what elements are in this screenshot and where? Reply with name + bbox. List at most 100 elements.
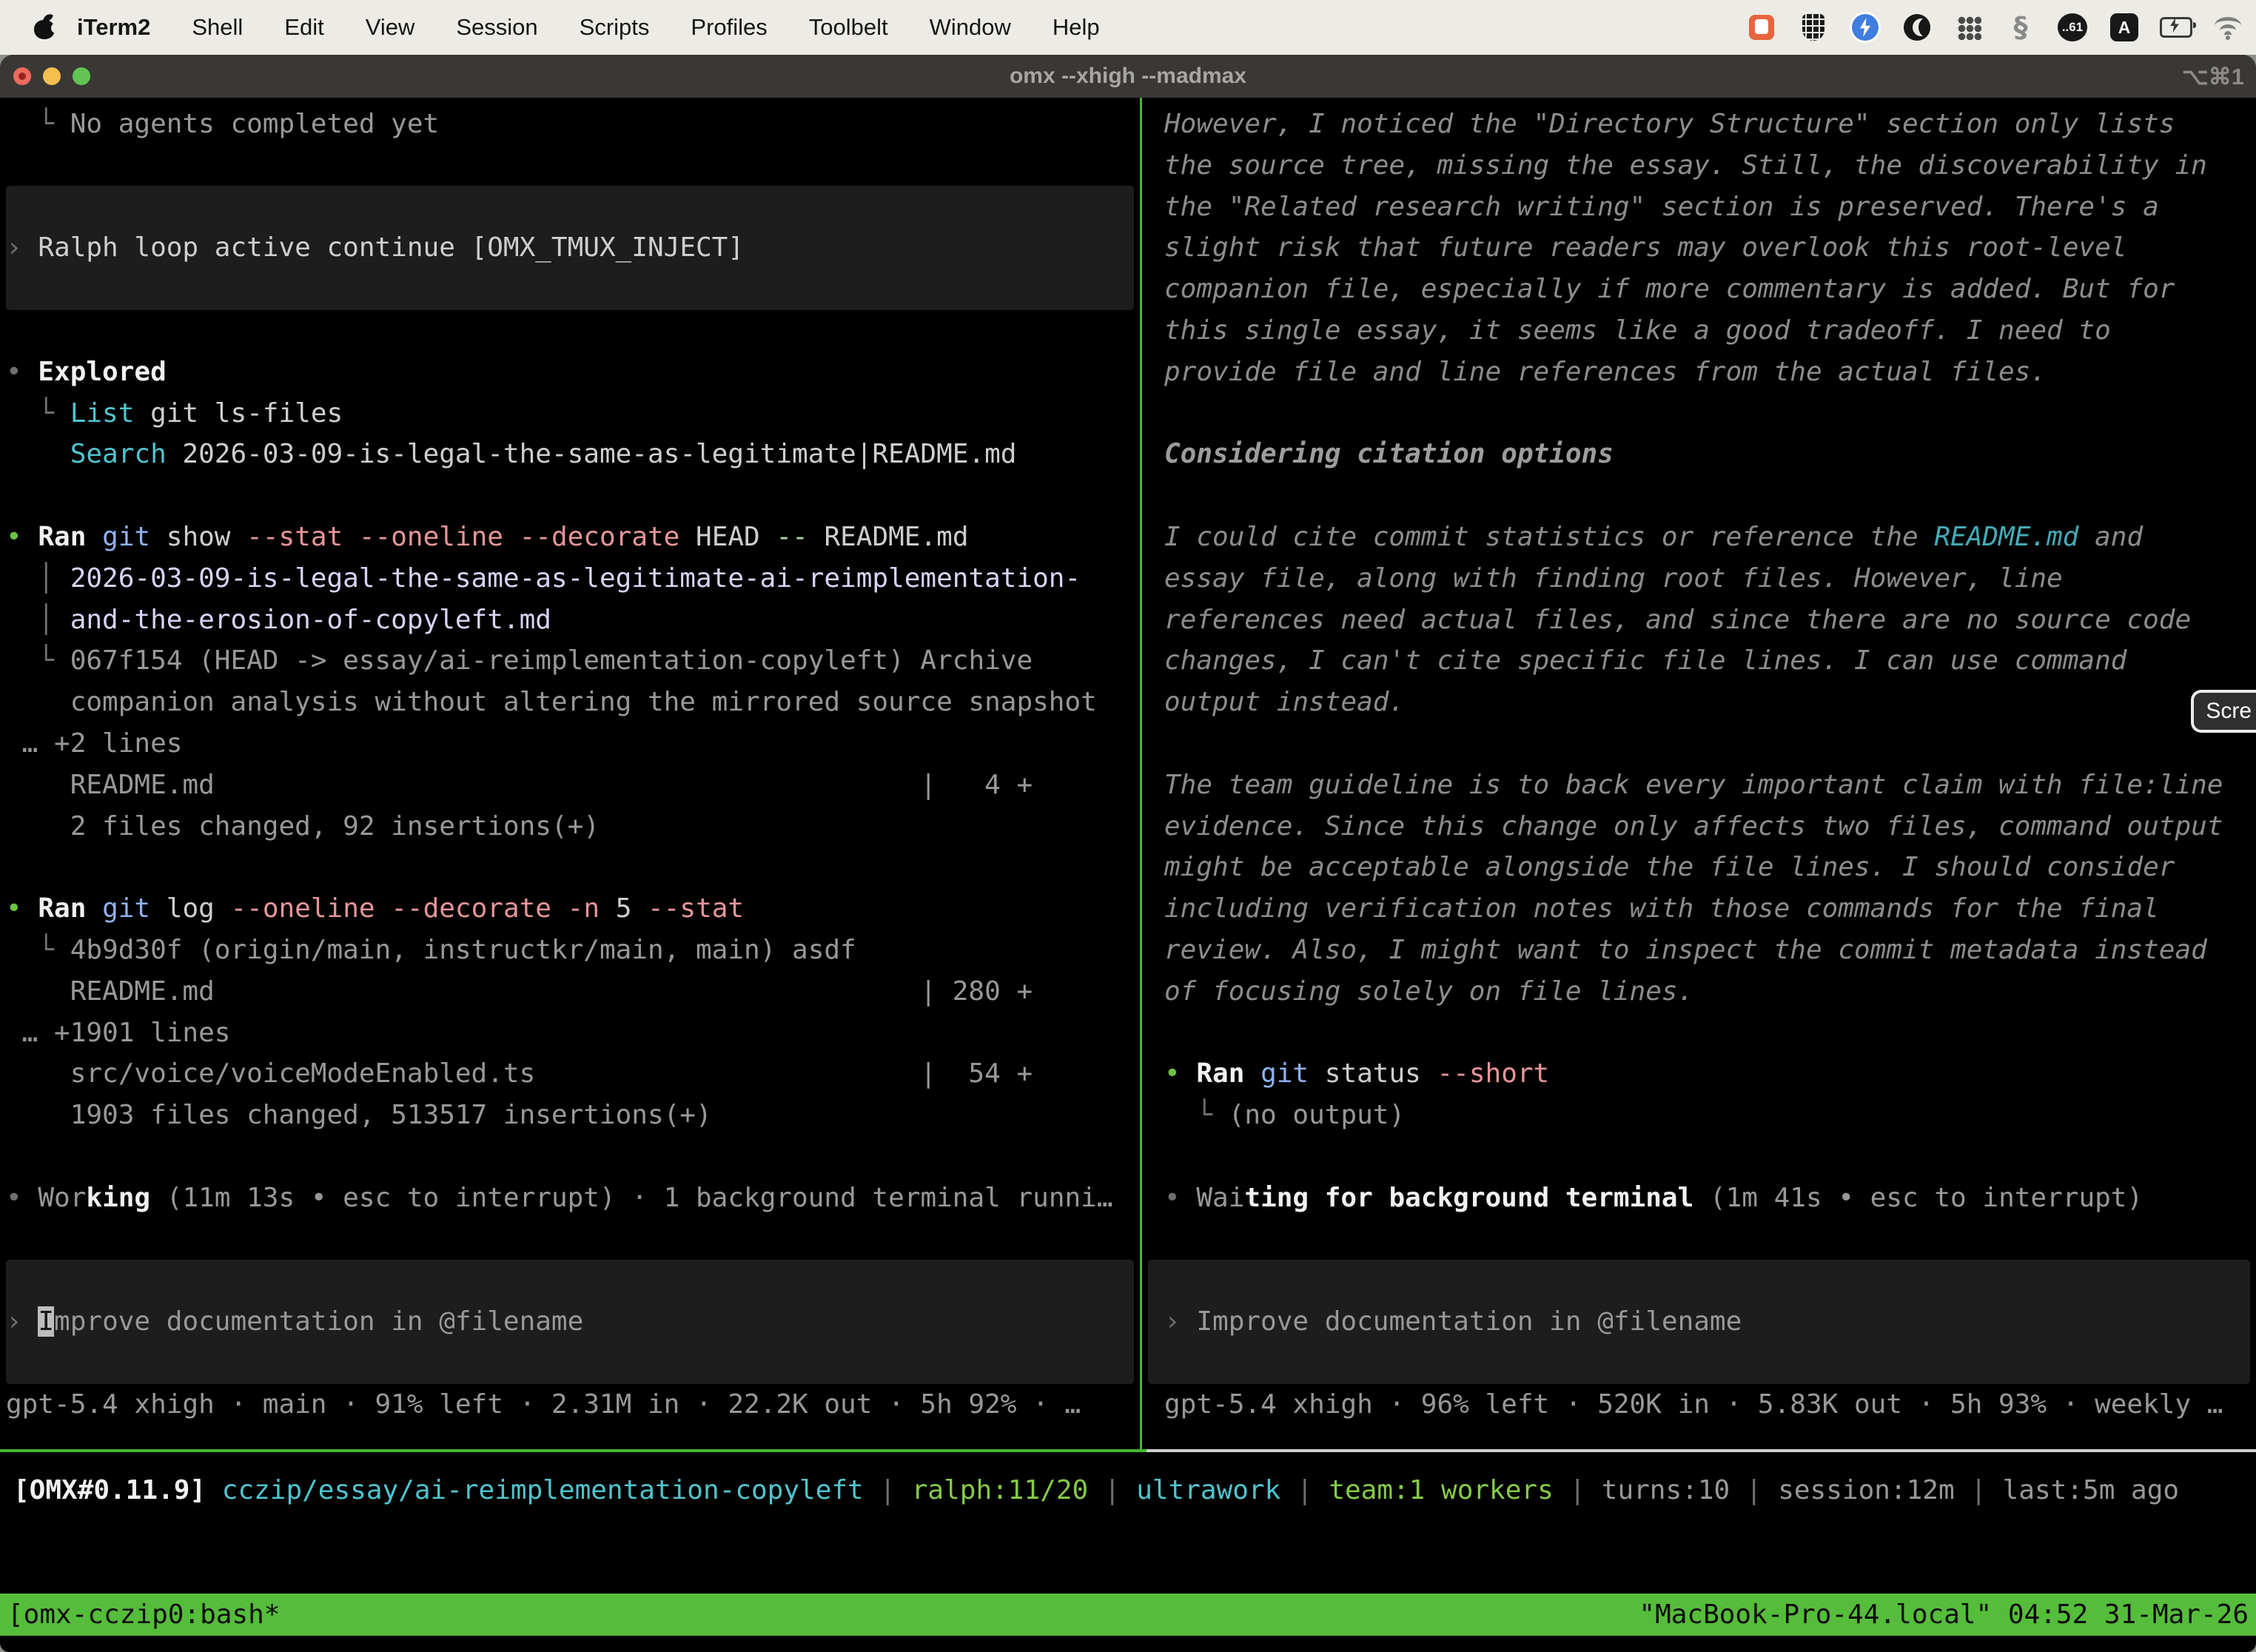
squiggle-icon[interactable]: § [2004, 11, 2037, 44]
terminal-line [6, 1219, 1137, 1260]
terminal-line: essay file, along with finding root file… [1164, 558, 2256, 600]
zap-icon[interactable] [1849, 11, 1881, 44]
terminal-line [1164, 723, 2256, 765]
menu-item-iterm2[interactable]: iTerm2 [56, 14, 171, 41]
terminal-line [1164, 475, 2256, 517]
window-title: omx --xhigh --madmax [1010, 64, 1246, 89]
terminal-line [6, 1343, 1137, 1384]
terminal-line: README.md | 280 + [6, 971, 1137, 1013]
shield-icon[interactable] [1797, 11, 1830, 44]
terminal-line [1164, 1219, 2256, 1260]
terminal-line [6, 847, 1137, 888]
menu-item-shell[interactable]: Shell [171, 14, 263, 41]
terminal-line: I could cite commit statistics or refere… [1164, 517, 2256, 558]
terminal-line: of focusing solely on file lines. [1164, 971, 2256, 1013]
menu-bar: iTerm2ShellEditViewSessionScriptsProfile… [0, 0, 2256, 55]
terminal-line: might be acceptable alongside the file l… [1164, 847, 2256, 888]
terminal-line [6, 269, 1137, 310]
close-button[interactable] [13, 67, 31, 85]
terminal-line: README.md | 4 + [6, 765, 1137, 806]
menu-item-profiles[interactable]: Profiles [670, 14, 788, 41]
terminal-line [6, 310, 1137, 352]
terminal-line: • Ran git show --stat --oneline --decora… [6, 517, 1137, 558]
terminal-line: provide file and line references from th… [1164, 352, 2256, 393]
iterm-window: omx --xhigh --madmax ⌥⌘1 └ No agents com… [0, 55, 2256, 1652]
terminal-line [1164, 1343, 2256, 1384]
terminal-line: slight risk that future readers may over… [1164, 227, 2256, 269]
keyboard-a-icon[interactable]: A [2108, 11, 2141, 44]
terminal-line: │ 2026-03-09-is-legal-the-same-as-legiti… [6, 558, 1137, 600]
tmux-session-name: [omx-cczip0:bash* [7, 1599, 280, 1630]
terminal-line [1164, 1013, 2256, 1054]
terminal-line [1164, 1136, 2256, 1178]
moon-circle-icon[interactable] [1901, 11, 1933, 44]
right-pane: However, I noticed the "Directory Struct… [1142, 104, 2256, 1426]
left-pane: └ No agents completed yet › Ralph loop ac… [6, 104, 1137, 1426]
menu-item-edit[interactable]: Edit [263, 14, 344, 41]
screenshot-overlay[interactable]: Scre [2191, 690, 2256, 733]
wifi-icon[interactable] [2212, 11, 2244, 44]
app-menus: iTerm2ShellEditViewSessionScriptsProfile… [56, 14, 1121, 41]
menu-item-help[interactable]: Help [1032, 14, 1121, 41]
minimize-button[interactable] [43, 67, 61, 85]
terminal-line: └ No agents completed yet [6, 104, 1137, 145]
terminal-line: evidence. Since this change only affects… [1164, 806, 2256, 847]
terminal-line: └ (no output) [1164, 1095, 2256, 1136]
terminal-line: the source tree, missing the essay. Stil… [1164, 145, 2256, 187]
terminal-line: • Explored [6, 352, 1137, 393]
terminal-line: However, I noticed the "Directory Struct… [1164, 104, 2256, 145]
terminal-line [6, 475, 1137, 517]
dots-grid-icon[interactable] [1953, 11, 1985, 44]
menu-item-session[interactable]: Session [435, 14, 558, 41]
traffic-lights [13, 67, 90, 85]
terminal-line: • Waiting for background terminal (1m 41… [1164, 1178, 2256, 1219]
terminal-line: output instead. [1164, 682, 2256, 723]
terminal-line: Considering citation options [1164, 434, 2256, 475]
terminal-line: … +2 lines [6, 723, 1137, 765]
menu-item-view[interactable]: View [345, 14, 436, 41]
terminal-line: › Improve documentation in @filename [1164, 1301, 2256, 1343]
omx-status-line: [OMX#0.11.9] cczip/essay/ai-reimplementa… [13, 1470, 2179, 1511]
terminal-line: Search 2026-03-09-is-legal-the-same-as-l… [6, 434, 1137, 475]
menu-bar-status-icons: § ..61 A [1745, 11, 2244, 44]
terminal-line: • Working (11m 13s • esc to interrupt) ·… [6, 1178, 1137, 1219]
terminal-line: review. Also, I might want to inspect th… [1164, 930, 2256, 971]
terminal-line: gpt-5.4 xhigh · main · 91% left · 2.31M … [6, 1384, 1137, 1426]
terminal-line: └ 067f154 (HEAD -> essay/ai-reimplementa… [6, 640, 1137, 682]
terminal-line: The team guideline is to back every impo… [1164, 765, 2256, 806]
terminal-line: 1903 files changed, 513517 insertions(+) [6, 1095, 1137, 1136]
terminal-line: › Improve documentation in @filename [6, 1301, 1137, 1343]
terminal-line: this single essay, it seems like a good … [1164, 310, 2256, 352]
zoom-button[interactable] [73, 67, 90, 85]
terminal-line: 2 files changed, 92 insertions(+) [6, 806, 1137, 847]
terminal-line: src/voice/voiceModeEnabled.ts | 54 + [6, 1053, 1137, 1095]
menu-item-window[interactable]: Window [909, 14, 1032, 41]
menu-item-toolbelt[interactable]: Toolbelt [788, 14, 909, 41]
pane-divider[interactable] [1140, 98, 1142, 1449]
menu-item-scripts[interactable]: Scripts [559, 14, 671, 41]
terminal-line: gpt-5.4 xhigh · 96% left · 520K in · 5.8… [1164, 1384, 2256, 1426]
terminal-line [6, 145, 1137, 187]
tmux-host-clock: "MacBook-Pro-44.local" 04:52 31-Mar-26 [1639, 1599, 2249, 1630]
terminal-line: │ and-the-erosion-of-copyleft.md [6, 600, 1137, 641]
pane-bottom-border [1147, 1449, 2256, 1452]
terminal-line: references need actual files, and since … [1164, 600, 2256, 641]
terminal-line: including verification notes with those … [1164, 888, 2256, 930]
terminal-line [6, 1136, 1137, 1178]
tmux-status-bar: [omx-cczip0:bash* "MacBook-Pro-44.local"… [0, 1594, 2256, 1636]
apple-menu-icon[interactable] [34, 15, 56, 40]
terminal-line: • Ran git status --short [1164, 1053, 2256, 1095]
terminal-line [6, 187, 1137, 228]
terminal-line [1164, 393, 2256, 434]
chat-icon[interactable] [1745, 11, 1778, 44]
terminal-line: companion analysis without altering the … [6, 682, 1137, 723]
terminal-line [6, 1260, 1137, 1301]
terminal-line [1164, 1260, 2256, 1301]
terminal-line: › Ralph loop active continue [OMX_TMUX_I… [6, 227, 1137, 269]
title-bar: omx --xhigh --madmax ⌥⌘1 [0, 55, 2256, 98]
window-shortcut-hint: ⌥⌘1 [2182, 64, 2244, 90]
terminal-line: • Ran git log --oneline --decorate -n 5 … [6, 888, 1137, 930]
terminal-line: └ 4b9d30f (origin/main, instructkr/main,… [6, 930, 1137, 971]
badge-61-icon[interactable]: ..61 [2056, 11, 2089, 44]
battery-icon[interactable] [2160, 11, 2192, 44]
